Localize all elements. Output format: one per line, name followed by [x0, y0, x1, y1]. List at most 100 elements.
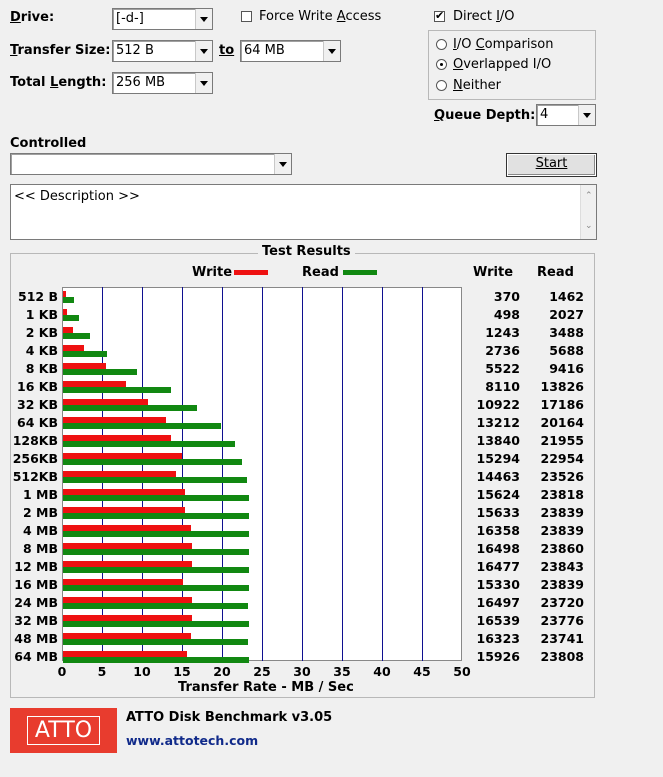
- x-tick-label: 25: [253, 664, 271, 679]
- write-value: 15330: [476, 577, 521, 592]
- x-tick-label: 0: [57, 664, 67, 679]
- chevron-down-icon[interactable]: [578, 105, 595, 125]
- force-write-access-checkbox[interactable]: [241, 11, 252, 22]
- read-bar: [63, 315, 79, 321]
- write-value: 498: [493, 307, 520, 322]
- grid-line: [342, 287, 343, 661]
- write-value: 16498: [476, 541, 521, 556]
- read-value: 5688: [549, 343, 584, 358]
- read-bar: [63, 333, 91, 339]
- read-bar: [63, 297, 75, 303]
- read-value: 23818: [540, 487, 585, 502]
- overlapped-io-radio[interactable]: [436, 59, 447, 70]
- read-value: 23741: [540, 631, 585, 646]
- website-link[interactable]: www.attotech.com: [126, 733, 258, 748]
- total-length-select[interactable]: 256 MB: [112, 72, 213, 94]
- legend-read-swatch: [343, 270, 377, 275]
- read-bar: [63, 351, 108, 357]
- read-value: 20164: [540, 415, 585, 430]
- read-value: 9416: [549, 361, 584, 376]
- read-bar: [63, 657, 249, 663]
- direct-io-label: Direct I/O: [453, 9, 515, 24]
- drive-label: Drive:: [10, 10, 55, 25]
- write-value: 15926: [476, 649, 521, 664]
- x-tick-label: 40: [373, 664, 391, 679]
- grid-line: [302, 287, 303, 661]
- transfer-size-label: Transfer Size:: [10, 43, 111, 58]
- x-tick-label: 5: [97, 664, 107, 679]
- read-bar: [63, 639, 249, 645]
- read-bar: [63, 441, 235, 447]
- io-comparison-label: I/O Comparison: [453, 37, 554, 52]
- write-value: 16497: [476, 595, 521, 610]
- read-bar: [63, 405, 198, 411]
- io-comparison-radio[interactable]: [436, 39, 447, 50]
- read-value: 23526: [540, 469, 585, 484]
- direct-io-checkbox[interactable]: [434, 9, 445, 22]
- app-title: ATTO Disk Benchmark v3.05: [126, 710, 333, 725]
- write-value: 15633: [476, 505, 521, 520]
- to-label: to: [219, 43, 235, 58]
- read-bar: [63, 531, 250, 537]
- read-value: 23860: [540, 541, 585, 556]
- read-bar: [63, 585, 250, 591]
- legend-write-label: Write: [192, 265, 233, 280]
- write-value: 16323: [476, 631, 521, 646]
- read-value: 23839: [540, 505, 585, 520]
- read-bar: [63, 423, 221, 429]
- category-label: 4 MB: [22, 523, 58, 538]
- chevron-down-icon[interactable]: [195, 9, 212, 29]
- queue-depth-select[interactable]: 4: [536, 104, 596, 126]
- description-textarea[interactable]: << Description >> ⌃ ⌄: [10, 184, 597, 240]
- x-tick-label: 15: [173, 664, 191, 679]
- category-label: 512 B: [18, 289, 58, 304]
- category-label: 32 KB: [17, 397, 58, 412]
- category-label: 12 MB: [14, 559, 58, 574]
- x-tick-label: 20: [213, 664, 231, 679]
- read-bar: [63, 387, 172, 393]
- category-label: 48 MB: [14, 631, 58, 646]
- category-label: 256KB: [12, 451, 58, 466]
- category-label: 16 KB: [17, 379, 58, 394]
- scroll-down-icon[interactable]: ⌄: [585, 221, 593, 231]
- category-label: 16 MB: [14, 577, 58, 592]
- description-scrollbar[interactable]: ⌃ ⌄: [580, 185, 596, 239]
- x-axis-label: Transfer Rate - MB / Sec: [178, 680, 354, 695]
- total-length-value: 256 MB: [116, 75, 166, 90]
- chevron-down-icon[interactable]: [195, 73, 212, 93]
- read-value: 2027: [549, 307, 584, 322]
- drive-select[interactable]: [-d-]: [112, 8, 213, 30]
- description-text: << Description >>: [14, 189, 140, 204]
- x-tick-label: 45: [413, 664, 431, 679]
- category-label: 64 KB: [17, 415, 58, 430]
- category-label: 32 MB: [14, 613, 58, 628]
- transfer-size-from-select[interactable]: 512 B: [112, 40, 213, 62]
- read-bar: [63, 603, 249, 609]
- scroll-up-icon[interactable]: ⌃: [585, 191, 593, 201]
- category-label: 2 KB: [25, 325, 58, 340]
- atto-logo: ATTO: [10, 708, 117, 753]
- chevron-down-icon[interactable]: [323, 41, 340, 61]
- force-write-access-label: Force Write Access: [259, 9, 382, 24]
- read-value: 17186: [540, 397, 585, 412]
- write-value: 10922: [476, 397, 521, 412]
- start-button[interactable]: Start: [506, 153, 597, 177]
- write-value: 8110: [485, 379, 520, 394]
- category-label: 2 MB: [22, 505, 58, 520]
- read-value: 23839: [540, 523, 585, 538]
- overlapped-io-label: Overlapped I/O: [453, 57, 552, 72]
- write-value: 16477: [476, 559, 521, 574]
- start-button-label: Start: [535, 156, 568, 171]
- category-label: 8 MB: [22, 541, 58, 556]
- category-label: 1 KB: [25, 307, 58, 322]
- neither-radio[interactable]: [436, 80, 447, 91]
- read-bar: [63, 369, 137, 375]
- read-bar: [63, 477, 247, 483]
- controlled-label: Controlled: [10, 136, 87, 151]
- chevron-down-icon[interactable]: [195, 41, 212, 61]
- controlled-select[interactable]: [10, 153, 292, 175]
- transfer-size-to-select[interactable]: 64 MB: [240, 40, 341, 62]
- write-value: 16539: [476, 613, 521, 628]
- chevron-down-icon[interactable]: [274, 154, 291, 174]
- write-value: 5522: [485, 361, 520, 376]
